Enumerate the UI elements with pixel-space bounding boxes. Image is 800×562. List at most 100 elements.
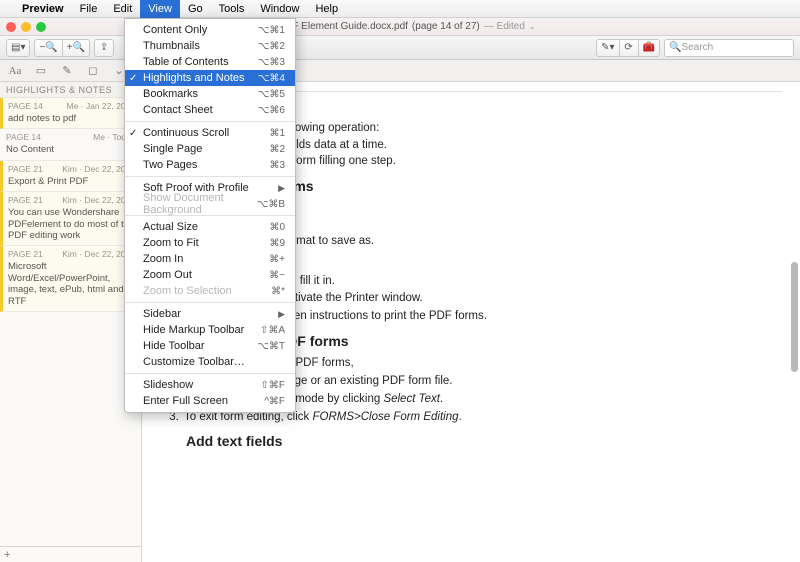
sidebar-item[interactable]: PAGE 21Kim · Dec 22, 2014Microsoft Word/… [0, 246, 141, 312]
sidebar-icon: ▤▾ [11, 42, 25, 53]
zoom-window-button[interactable] [36, 22, 46, 32]
menu-separator [125, 302, 295, 303]
markup-toolbar-button[interactable]: 🧰 [638, 39, 660, 57]
menu-shortcut: ⌥⌘4 [258, 73, 285, 84]
sidebar: HIGHLIGHTS & NOTES PAGE 14Me · Jan 22, 2… [0, 82, 142, 562]
menu-help[interactable]: Help [307, 0, 346, 18]
menu-shortcut: ⌥⌘B [257, 199, 285, 210]
menu-item[interactable]: Thumbnails ⌥⌘2 [125, 38, 295, 54]
zoom-out-button[interactable]: −🔍 [34, 39, 62, 57]
submenu-arrow-icon: ▶ [278, 183, 285, 194]
menu-shortcut: ⌘+ [269, 254, 285, 265]
menu-item[interactable]: Zoom Out⌘− [125, 267, 295, 283]
menu-item: Show Document Background⌥⌘B [125, 196, 295, 212]
sidebar-item[interactable]: PAGE 14Me · Jan 22, 2016add notes to pdf [0, 98, 141, 129]
menu-item[interactable]: Zoom to Fit⌘9 [125, 235, 295, 251]
rotate-icon: ⟳ [624, 42, 632, 53]
menu-separator [125, 176, 295, 177]
sidebar-toggle-button[interactable]: ▤▾ [6, 39, 30, 57]
menu-shortcut: ^⌘F [264, 396, 285, 407]
close-window-button[interactable] [6, 22, 16, 32]
menu-item-label: Zoom In [143, 253, 183, 265]
zoom-in-button[interactable]: +🔍 [62, 39, 90, 57]
scrollbar-thumb[interactable] [791, 262, 798, 372]
shapes-icon: ◻︎ [88, 64, 97, 77]
view-menu-dropdown[interactable]: Content Only⌥⌘1 Thumbnails ⌥⌘2 Table of Con… [124, 18, 296, 413]
menubar-app[interactable]: Preview [14, 0, 72, 18]
sidebar-footer: + [0, 546, 141, 562]
menu-shortcut: ⌥⌘T [257, 341, 285, 352]
menu-shortcut: ⌘* [271, 286, 285, 297]
menu-item[interactable]: Slideshow⇧⌘F [125, 377, 295, 393]
sketch-tool-button[interactable]: ✎ [58, 63, 76, 79]
share-button[interactable]: ⇪ [94, 39, 114, 57]
zoom-in-icon: +🔍 [67, 42, 85, 53]
sidebar-item[interactable]: PAGE 14Me · TodayNo Content [0, 129, 141, 160]
menu-item: Zoom to Selection⌘* [125, 283, 295, 299]
menu-window[interactable]: Window [252, 0, 307, 18]
title-dropdown-icon[interactable]: ⌄ [529, 22, 536, 31]
rotate-button[interactable]: ⟳ [619, 39, 639, 57]
menu-item[interactable]: ✓Highlights and Notes⌥⌘4 [125, 70, 295, 86]
markup-toolbar: Aa ▭ ✎ ◻︎ ⌄ [0, 60, 800, 82]
window-titlebar: PDF Element Guide.docx.pdf (page 14 of 2… [0, 18, 800, 36]
menu-shortcut: ⌘9 [269, 238, 285, 249]
selection-tool-button[interactable]: ▭ [32, 63, 50, 79]
menu-item-label: Single Page [143, 143, 202, 155]
document-title: PDF Element Guide.docx.pdf [278, 21, 408, 32]
menu-go[interactable]: Go [180, 0, 211, 18]
menubar: Preview File Edit View Go Tools Window H… [0, 0, 800, 18]
add-note-button[interactable]: + [4, 549, 10, 561]
menu-item-label: Enter Full Screen [143, 395, 228, 407]
menu-shortcut: ⌘0 [269, 222, 285, 233]
search-field[interactable]: 🔍 Search [664, 39, 794, 57]
menu-shortcut: ⌥⌘2 [258, 41, 285, 52]
menu-item[interactable]: Contact Sheet⌥⌘6 [125, 102, 295, 118]
sidebar-item-text: Export & Print PDF [8, 176, 135, 187]
menu-item[interactable]: Single Page⌘2 [125, 141, 295, 157]
toolbox-icon: 🧰 [643, 42, 655, 53]
menu-item[interactable]: Zoom In ⌘+ [125, 251, 295, 267]
menu-item[interactable]: Table of Contents⌥⌘3 [125, 54, 295, 70]
annotate-pencil-button[interactable]: ✎▾ [596, 39, 619, 57]
sidebar-item-text: add notes to pdf [8, 113, 135, 124]
section-heading: Add text fields [186, 433, 782, 449]
zoom-out-icon: −🔍 [39, 42, 57, 53]
menu-shortcut: ⌥⌘6 [258, 105, 285, 116]
shapes-tool-button[interactable]: ◻︎ [84, 63, 102, 79]
menu-item[interactable]: Customize Toolbar… [125, 354, 295, 370]
menu-tools[interactable]: Tools [211, 0, 253, 18]
menu-item-label: Zoom Out [143, 269, 192, 281]
menu-item[interactable]: Bookmarks⌥⌘5 [125, 86, 295, 102]
menu-item[interactable]: ✓Continuous Scroll⌘1 [125, 125, 295, 141]
menu-item-label: Slideshow [143, 379, 193, 391]
menu-item[interactable]: Content Only⌥⌘1 [125, 22, 295, 38]
menu-item-label: Actual Size [143, 221, 198, 233]
menu-item-label: Thumbnails [143, 40, 200, 52]
menu-view[interactable]: View [140, 0, 180, 18]
menu-item-label: Two Pages [143, 159, 197, 171]
text-style-button[interactable]: Aa [6, 63, 24, 79]
menu-item[interactable]: Enter Full Screen ^⌘F [125, 393, 295, 409]
menu-item[interactable]: Hide Markup Toolbar⇧⌘A [125, 322, 295, 338]
pencil-icon: ✎▾ [601, 42, 614, 53]
vertical-scrollbar[interactable] [790, 82, 799, 562]
menu-item-label: Hide Markup Toolbar [143, 324, 244, 336]
sidebar-list[interactable]: PAGE 14Me · Jan 22, 2016add notes to pdf… [0, 98, 141, 546]
menu-shortcut: ⌘3 [269, 160, 285, 171]
menu-item[interactable]: Actual Size ⌘0 [125, 219, 295, 235]
menu-item[interactable]: Two Pages ⌘3 [125, 157, 295, 173]
menu-file[interactable]: File [72, 0, 106, 18]
menu-item[interactable]: Hide Toolbar⌥⌘T [125, 338, 295, 354]
sidebar-item[interactable]: PAGE 21Kim · Dec 22, 2014Export & Print … [0, 161, 141, 192]
menu-item[interactable]: Sidebar▶ [125, 306, 295, 322]
minimize-window-button[interactable] [21, 22, 31, 32]
sidebar-item-page: PAGE 14 [6, 132, 41, 142]
menu-separator [125, 121, 295, 122]
sidebar-item-page: PAGE 21 [8, 249, 43, 259]
pencil-sketch-icon: ✎ [62, 64, 71, 77]
search-icon: 🔍 [669, 42, 681, 53]
check-icon: ✓ [129, 73, 137, 84]
sidebar-item[interactable]: PAGE 21Kim · Dec 22, 2014You can use Won… [0, 192, 141, 246]
menu-edit[interactable]: Edit [105, 0, 140, 18]
